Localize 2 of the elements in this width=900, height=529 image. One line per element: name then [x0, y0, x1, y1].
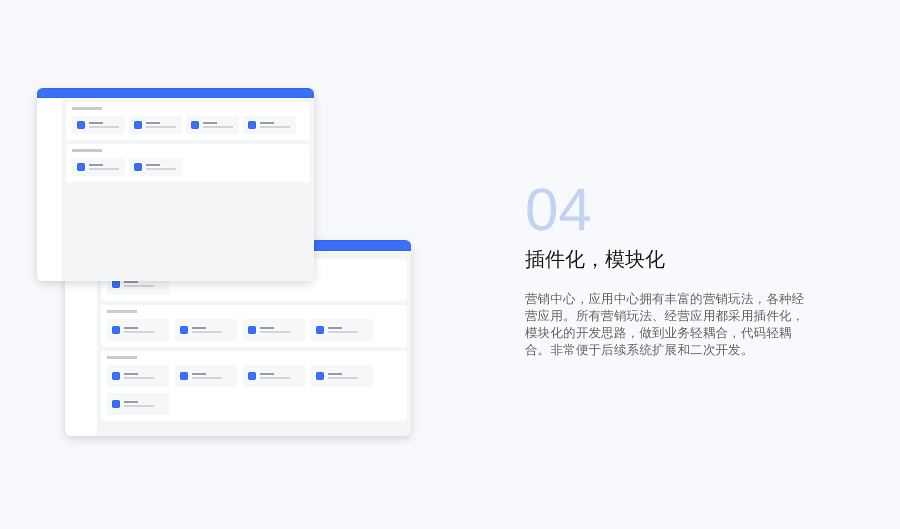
section-title: 插件化，模块化	[525, 246, 666, 273]
section-description: 营销中心，应用中心拥有丰富的营销玩法，各种经营应用。所有营销玩法、经营应用都采用插件化，模块化的开发思路，做到业务轻耦合，代码轻耦合。非常便于后续系统扩展和二次开发。	[525, 290, 806, 358]
